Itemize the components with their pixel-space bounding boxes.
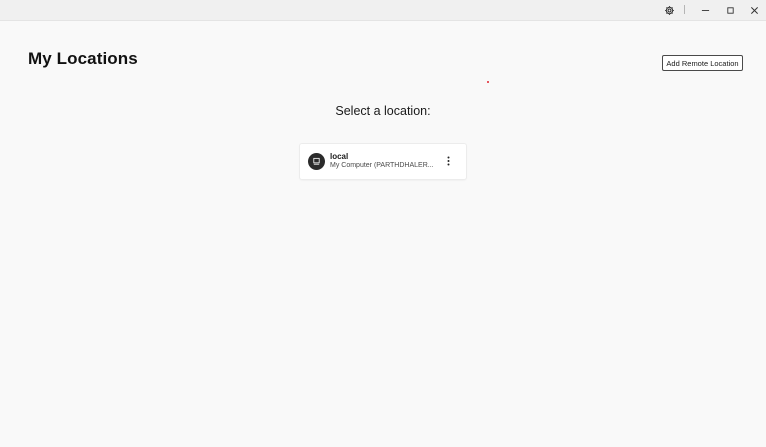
page-title: My Locations [28, 49, 138, 68]
gear-icon[interactable] [660, 0, 678, 20]
minimize-icon[interactable] [696, 0, 714, 20]
location-card-local[interactable]: local My Computer (PARTHDHALER... [300, 144, 466, 179]
indicator-dot [487, 81, 489, 83]
more-vertical-icon[interactable] [442, 154, 454, 168]
close-icon[interactable] [745, 0, 763, 20]
maximize-icon[interactable] [721, 0, 739, 20]
add-remote-location-button[interactable]: Add Remote Location [662, 55, 743, 71]
location-name: local [330, 152, 349, 161]
computer-icon [308, 153, 325, 170]
window-titlebar [0, 0, 766, 21]
location-description: My Computer (PARTHDHALER... [330, 162, 434, 169]
select-location-heading: Select a location: [335, 104, 431, 118]
titlebar-divider [684, 5, 685, 14]
